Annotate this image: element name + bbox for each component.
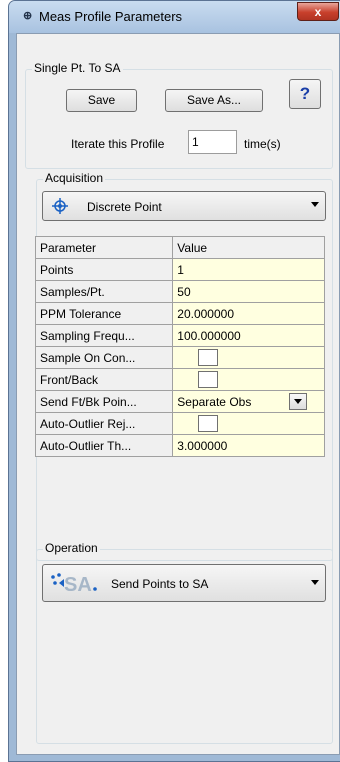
window-title: Meas Profile Parameters xyxy=(39,9,183,24)
close-icon: x xyxy=(314,5,322,19)
svg-text:SA: SA xyxy=(64,574,92,595)
chevron-down-icon xyxy=(311,202,319,207)
save-as-button[interactable]: Save As... xyxy=(165,89,263,112)
parameter-name: Points xyxy=(34,258,174,281)
parameter-value[interactable]: 1 xyxy=(172,258,325,281)
parameter-value[interactable]: 50 xyxy=(172,280,325,303)
table-row: Send Ft/Bk Poin... Separate Obs xyxy=(34,390,325,413)
acquisition-legend: Acquisition xyxy=(43,171,106,185)
sa-logo-icon: SA xyxy=(49,571,101,596)
acquisition-mode-dropdown[interactable]: Discrete Point xyxy=(42,191,326,221)
window-frame: ⊕ Meas Profile Parameters x Single Pt. T… xyxy=(8,0,340,762)
parameter-grid: Parameter Value Points 1 Samples/Pt. 50 PPM To… xyxy=(34,236,325,457)
table-row: Auto-Outlier Th... 3.000000 xyxy=(34,434,325,457)
parameter-value[interactable]: 20.000000 xyxy=(172,302,325,325)
parameter-value[interactable]: 3.000000 xyxy=(172,434,325,457)
table-row: Samples/Pt. 50 xyxy=(34,280,325,303)
client-area: Single Pt. To SA Save Save As... ? Itera… xyxy=(16,33,340,755)
operation-mode-dropdown[interactable]: SA Send Points to SA xyxy=(42,564,326,602)
parameter-value[interactable]: 100.000000 xyxy=(172,324,325,347)
operation-mode-label: Send Points to SA xyxy=(111,577,209,591)
single-pt-legend: Single Pt. To SA xyxy=(32,61,123,75)
acquisition-mode-label: Discrete Point xyxy=(87,200,162,214)
parameter-name: Send Ft/Bk Poin... xyxy=(34,390,174,413)
table-row: PPM Tolerance 20.000000 xyxy=(34,302,325,325)
parameter-name: PPM Tolerance xyxy=(34,302,174,325)
parameter-value-cell: Separate Obs xyxy=(172,390,325,413)
iterate-unit-label: time(s) xyxy=(244,137,281,151)
close-button[interactable]: x xyxy=(297,2,339,21)
parameter-checkbox[interactable] xyxy=(198,415,219,432)
crosshair-target-icon xyxy=(51,197,69,215)
combo-dropdown-button[interactable] xyxy=(289,393,308,410)
parameter-value-cell xyxy=(172,346,325,369)
profile-icon: ⊕ xyxy=(23,10,33,22)
table-row: Sampling Frequ... 100.000000 xyxy=(34,324,325,347)
header-value: Value xyxy=(172,236,325,259)
table-row: Front/Back xyxy=(34,368,325,391)
title-bar[interactable]: ⊕ Meas Profile Parameters x xyxy=(9,1,340,33)
parameter-name: Sampling Frequ... xyxy=(34,324,174,347)
help-button[interactable]: ? xyxy=(289,79,321,109)
iterate-input[interactable]: 1 xyxy=(188,130,237,154)
parameter-name: Samples/Pt. xyxy=(34,280,174,303)
table-row: Points 1 xyxy=(34,258,325,281)
chevron-down-icon xyxy=(311,580,319,585)
parameter-checkbox[interactable] xyxy=(198,371,219,388)
operation-legend: Operation xyxy=(43,541,100,555)
parameter-value-cell xyxy=(172,412,325,435)
header-parameter: Parameter xyxy=(34,236,174,259)
table-row: Sample On Con... xyxy=(34,346,325,369)
grid-header-row: Parameter Value xyxy=(34,236,325,259)
parameter-name: Auto-Outlier Th... xyxy=(34,434,174,457)
table-row: Auto-Outlier Rej... xyxy=(34,412,325,435)
parameter-name: Front/Back xyxy=(34,368,174,391)
parameter-name: Auto-Outlier Rej... xyxy=(34,412,174,435)
single-pt-group: Single Pt. To SA xyxy=(25,61,333,169)
save-button[interactable]: Save xyxy=(66,89,137,112)
parameter-name: Sample On Con... xyxy=(34,346,174,369)
iterate-label: Iterate this Profile xyxy=(71,137,165,151)
parameter-combo-value[interactable]: Separate Obs xyxy=(177,395,287,409)
parameter-value-cell xyxy=(172,368,325,391)
parameter-checkbox[interactable] xyxy=(198,349,219,366)
